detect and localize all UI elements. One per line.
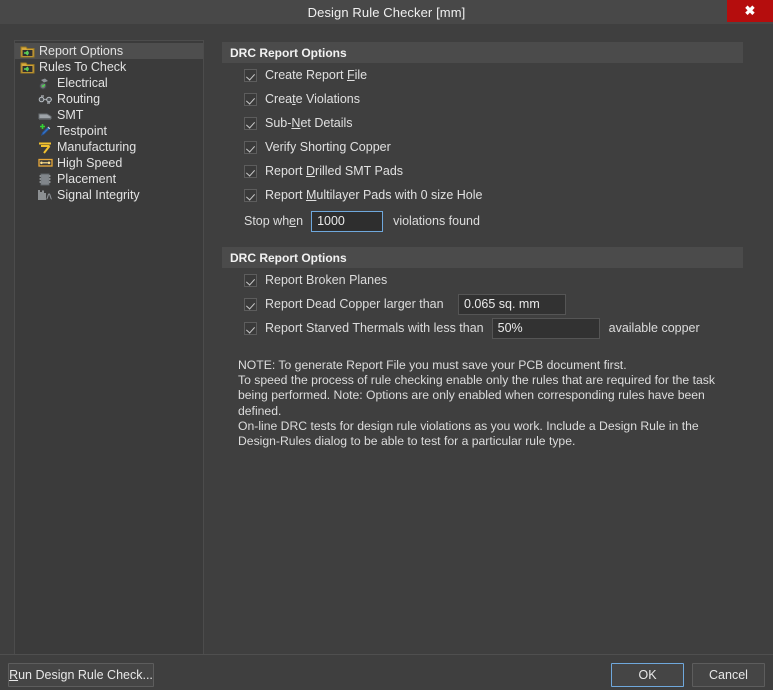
electrical-icon [37,76,53,90]
sidebar-item-label: Manufacturing [57,140,137,154]
report-options-group-2: Report Broken Planes Report Dead Copper l… [222,268,744,340]
folder-arrow-icon [19,44,35,58]
testpoint-icon [37,124,53,138]
sidebar-item-smt[interactable]: SMT [15,107,203,123]
high-speed-icon [37,156,53,170]
option-row: Verify Shorting Copper [222,135,744,159]
option-label: Report Drilled SMT Pads [265,164,404,178]
option-label: Report Multilayer Pads with 0 size Hole [265,188,483,202]
option-row: Sub-Net Details [222,111,744,135]
sidebar-item-label: Rules To Check [39,60,127,74]
checkbox-sub-net-details[interactable] [244,116,257,130]
sidebar-item-manufacturing[interactable]: Manufacturing [15,139,203,155]
option-label: Report Starved Thermals with less than [265,321,484,335]
option-row: Report Multilayer Pads with 0 size Hole [222,183,744,207]
option-label: Report Dead Copper larger than [265,297,444,311]
navigation-tree: Report Options Rules To Check Electrical Ro… [15,43,203,203]
checkbox-report-starved-thermals-with-less-than[interactable] [244,321,257,335]
value-input-report-starved-thermals-with-less-than[interactable] [491,317,600,339]
option-row: Report Dead Copper larger than [222,292,744,316]
checkbox-report-broken-planes[interactable] [244,273,257,287]
sidebar-item-signal-integrity[interactable]: Signal Integrity [15,187,203,203]
stop-when-suffix: violations found [393,214,480,228]
stop-when-label: Stop when [244,214,304,228]
section-header-drc-report-options-1: DRC Report Options [222,42,743,63]
dialog-body: Report Options Rules To Check Electrical Ro… [0,24,773,659]
stop-when-input[interactable] [311,210,384,232]
option-row: Report Drilled SMT Pads [222,159,744,183]
sidebar-item-placement[interactable]: Placement [15,171,203,187]
sidebar-item-label: Signal Integrity [57,188,140,202]
manufacturing-icon [37,140,53,154]
cancel-button[interactable]: Cancel [692,663,765,687]
sidebar-item-testpoint[interactable]: Testpoint [15,123,203,139]
folder-arrow-icon [19,60,35,74]
options-content: DRC Report Options Create Report File Cre… [222,42,744,449]
option-row: Create Violations [222,87,744,111]
sidebar-item-label: Testpoint [57,124,108,138]
sidebar-item-label: Electrical [57,76,108,90]
navigation-tree-panel[interactable]: Report Options Rules To Check Electrical Ro… [14,40,204,659]
option-label: Create Report File [265,68,368,82]
sidebar-item-electrical[interactable]: Electrical [15,75,203,91]
sidebar-item-label: Placement [57,172,117,186]
note-text: NOTE: To generate Report File you must s… [238,358,715,449]
option-suffix: available copper [608,321,700,335]
checkbox-report-dead-copper-larger-than[interactable] [244,297,257,311]
report-options-group-1: Create Report File Create Violations Sub-N… [222,63,744,207]
checkbox-create-report-file[interactable] [244,68,257,82]
sidebar-item-label: Report Options [39,44,124,58]
window-title: Design Rule Checker [mm] [307,4,466,20]
option-label: Create Violations [265,92,360,106]
checkbox-report-drilled-smt-pads[interactable] [244,164,257,178]
ok-button[interactable]: OK [611,663,684,687]
sidebar-item-label: Routing [57,92,101,106]
checkbox-create-violations[interactable] [244,92,257,106]
sidebar-item-high-speed[interactable]: High Speed [15,155,203,171]
option-row: Create Report File [222,63,744,87]
routing-icon [37,92,53,106]
option-row: Report Broken Planes [222,268,744,292]
option-row: Report Starved Thermals with less than av… [222,316,744,340]
run-design-rule-check-button[interactable]: Run Design Rule Check... [8,663,154,687]
smt-icon [37,108,53,122]
sidebar-item-label: High Speed [57,156,123,170]
sidebar-item-routing[interactable]: Routing [15,91,203,107]
checkbox-report-multilayer-pads-with-0-size-hole[interactable] [244,188,257,202]
checkbox-verify-shorting-copper[interactable] [244,140,257,154]
title-bar: Design Rule Checker [mm] ✖ [0,0,773,24]
option-label: Report Broken Planes [265,273,388,287]
close-icon[interactable]: ✖ [727,0,773,22]
sidebar-item-rules-to-check[interactable]: Rules To Check [15,59,203,75]
sidebar-item-report-options[interactable]: Report Options [15,43,203,59]
sidebar-item-label: SMT [57,108,84,122]
signal-integrity-icon [37,188,53,202]
value-input-report-dead-copper-larger-than[interactable] [458,293,566,315]
placement-icon [37,172,53,186]
section-header-drc-report-options-2: DRC Report Options [222,247,743,268]
option-label: Verify Shorting Copper [265,140,391,154]
stop-when-row: Stop when violations found [222,207,744,235]
option-label: Sub-Net Details [265,116,353,130]
